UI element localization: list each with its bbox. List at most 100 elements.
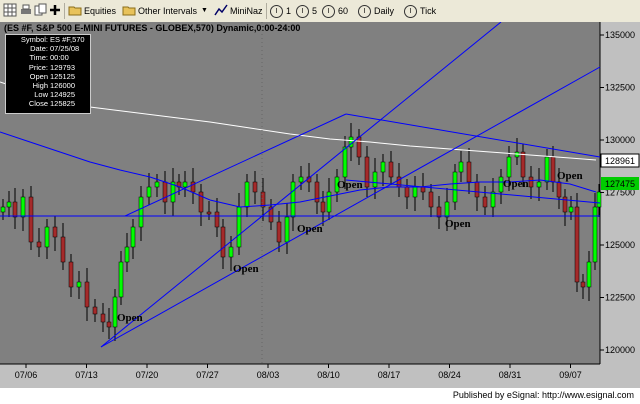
open-label: Open xyxy=(337,179,363,191)
grid-icon[interactable] xyxy=(3,3,17,17)
info-key: Close xyxy=(28,99,48,109)
candle-body xyxy=(356,136,362,158)
mininaz-button[interactable]: MiniNaz xyxy=(230,3,263,19)
candle-body xyxy=(342,146,348,178)
candle-body xyxy=(474,181,480,198)
candle-body xyxy=(146,186,152,198)
info-key: Price: xyxy=(28,62,48,72)
candle-body xyxy=(100,313,106,323)
candle-body xyxy=(388,161,394,178)
candle-body xyxy=(412,186,418,198)
toolbar-separator xyxy=(266,3,267,19)
candle-body xyxy=(220,226,226,258)
open-label: Open xyxy=(445,218,471,230)
last-price-value: 128961 xyxy=(605,156,635,166)
candle-body xyxy=(6,201,12,208)
info-row: Time: 00:00 xyxy=(6,53,90,62)
candle-body xyxy=(206,211,212,215)
candle-body xyxy=(130,226,136,248)
info-row: Low 124925 xyxy=(6,90,90,99)
other-intervals-button[interactable]: Other Intervals xyxy=(138,3,197,19)
candle-body xyxy=(20,196,26,218)
price-chart[interactable]: Open Open Open Open Open Open Open (ES #… xyxy=(0,21,640,388)
info-row: Date: 07/25/08 xyxy=(6,44,90,53)
open-label: Open xyxy=(503,178,529,190)
info-key: Symbol: xyxy=(20,35,48,44)
candle-body xyxy=(0,206,6,213)
candle-body xyxy=(252,181,258,193)
x-tick-label: 07/13 xyxy=(75,370,98,380)
chevron-down-icon[interactable]: ▼ xyxy=(201,3,208,19)
info-value: 129793 xyxy=(50,62,76,72)
footer: Published by eSignal: http://www.esignal… xyxy=(0,388,640,404)
candle-body xyxy=(28,196,34,243)
candle-body xyxy=(466,161,472,183)
candle-body xyxy=(544,156,550,183)
plus-icon[interactable] xyxy=(48,3,62,17)
interval-1-button[interactable]: I1 xyxy=(270,3,291,19)
candle-body xyxy=(276,221,282,243)
open-label: Open xyxy=(117,312,143,324)
x-tick-label: 07/06 xyxy=(15,370,38,380)
candle-body xyxy=(372,171,378,188)
candle-body xyxy=(84,281,90,308)
candle-body xyxy=(36,241,42,248)
interval-icon: I xyxy=(404,5,417,19)
candle-body xyxy=(138,196,144,228)
candle-body xyxy=(214,211,220,228)
candle-body xyxy=(182,181,188,188)
candle-body xyxy=(458,161,464,173)
candle-body xyxy=(520,151,526,178)
chart-area[interactable]: Open Open Open Open Open Open Open (ES #… xyxy=(0,21,640,388)
interval-icon: I xyxy=(270,5,283,19)
x-tick-label: 08/17 xyxy=(378,370,401,380)
candle-body xyxy=(68,261,74,288)
candle-body xyxy=(320,201,326,213)
candle-body xyxy=(284,216,290,243)
candle-body xyxy=(228,246,234,258)
interval-60-button[interactable]: I 60 xyxy=(322,3,348,19)
candle-body xyxy=(154,181,160,188)
equities-button[interactable]: Equities xyxy=(84,3,116,19)
daily-button[interactable]: I Daily xyxy=(358,3,394,19)
info-row: Price: 129793 xyxy=(6,63,90,72)
toolbar: Equities Other Intervals ▼ MiniNaz I1 I5… xyxy=(0,0,640,23)
interval-1-label: 1 xyxy=(286,6,292,16)
printer-icon[interactable] xyxy=(19,3,33,17)
candle-body xyxy=(404,186,410,198)
interval-icon: I xyxy=(358,5,371,19)
candle-body xyxy=(244,181,250,208)
candle-body xyxy=(326,191,332,213)
interval-5-button[interactable]: I5 xyxy=(296,3,317,19)
x-tick-label: 07/27 xyxy=(196,370,219,380)
equities-folder-icon xyxy=(68,6,82,16)
copy-icon[interactable] xyxy=(34,3,48,17)
candle-body xyxy=(536,181,542,188)
x-tick-label: 08/10 xyxy=(317,370,340,380)
candle-body xyxy=(586,261,592,288)
candle-body xyxy=(380,161,386,173)
x-tick-label: 08/03 xyxy=(257,370,280,380)
info-value: 125125 xyxy=(50,71,76,81)
info-key: Time: xyxy=(29,53,48,63)
info-row: Open 125125 xyxy=(6,72,90,81)
candle-body xyxy=(452,171,458,203)
candle-body xyxy=(236,206,242,248)
candle-body xyxy=(92,306,98,315)
x-tick-label: 08/24 xyxy=(438,370,461,380)
close-price-value: 127475 xyxy=(605,179,635,189)
candle-body xyxy=(550,156,556,183)
mininaz-icon xyxy=(214,4,228,16)
tick-label: Tick xyxy=(420,6,437,16)
candle-body xyxy=(506,156,512,178)
y-tick-label: 120000 xyxy=(605,345,635,355)
info-key: Low xyxy=(34,90,48,100)
info-value: 07/25/08 xyxy=(50,44,80,54)
other-intervals-folder-icon xyxy=(122,6,136,16)
interval-5-label: 5 xyxy=(312,6,318,16)
info-row: Symbol: ES #F,570 xyxy=(6,35,90,44)
candle-body xyxy=(482,196,488,208)
candle-body xyxy=(44,226,50,248)
tick-button[interactable]: I Tick xyxy=(404,3,436,19)
candle-body xyxy=(290,181,296,218)
